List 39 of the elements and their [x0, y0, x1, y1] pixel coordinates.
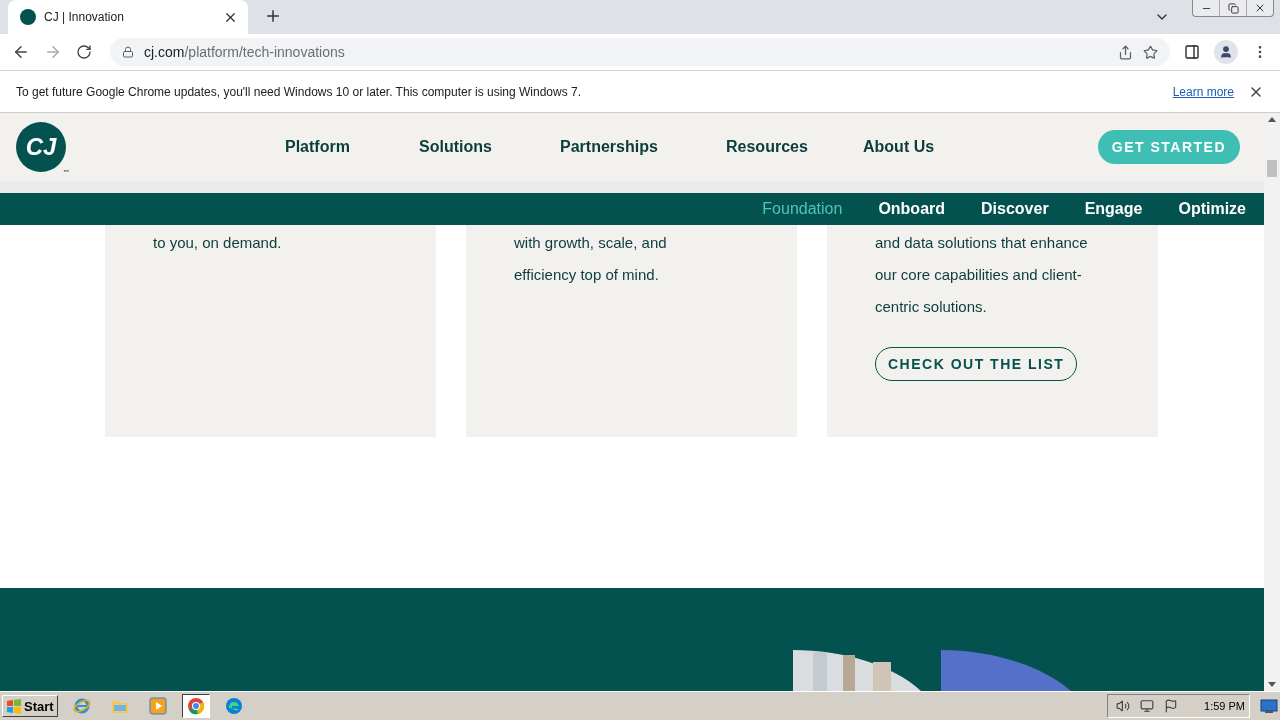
bookmark-star-icon[interactable]	[1143, 44, 1158, 60]
new-tab-icon[interactable]	[264, 7, 282, 25]
flag-icon[interactable]	[1164, 699, 1179, 713]
chrome-icon[interactable]	[186, 697, 205, 715]
windows-logo-icon	[6, 698, 22, 714]
share-icon[interactable]	[1118, 44, 1133, 60]
reload-icon[interactable]	[76, 44, 92, 60]
card-text: with growth, scale, and efficiency top of mind.	[514, 233, 667, 285]
learn-more-link[interactable]: Learn more	[1172, 84, 1234, 99]
side-panel-icon[interactable]	[1184, 44, 1200, 60]
profile-icon[interactable]	[1214, 40, 1238, 64]
volume-icon[interactable]	[1116, 699, 1131, 713]
card-text: to you, on demand.	[153, 233, 282, 253]
nav-link[interactable]: About Us	[863, 138, 975, 156]
start-button[interactable]: Start	[2, 695, 58, 717]
browser-tab[interactable]: CJ | Innovation	[8, 0, 248, 34]
media-player-icon[interactable]	[148, 697, 167, 715]
sub-nav-link[interactable]: Foundation	[762, 200, 843, 218]
edge-icon[interactable]	[224, 697, 243, 715]
show-desktop-icon[interactable]	[1260, 698, 1278, 714]
sub-nav-link[interactable]: Onboard	[878, 200, 946, 218]
tab-title: CJ | Innovation	[44, 10, 125, 24]
sub-nav-link[interactable]: Discover	[981, 200, 1049, 218]
nav-link[interactable]: Resources	[726, 138, 863, 156]
scrollbar[interactable]	[1264, 113, 1280, 691]
clock: 1:59 PM	[1204, 700, 1245, 712]
back-icon[interactable]	[12, 43, 30, 61]
update-message: To get future Google Chrome updates, you'll need Windows 10 or later. This computer is using Windows 7.	[16, 84, 583, 99]
sub-nav-link[interactable]: Optimize	[1178, 200, 1246, 218]
sub-nav-link[interactable]: Engage	[1084, 200, 1143, 218]
address-bar[interactable]: cj.com/platform/tech-innovations	[110, 38, 1170, 66]
nav-link[interactable]: Platform	[285, 138, 419, 156]
url-text: cj.com/platform/tech-innovations	[144, 44, 346, 60]
nav-link[interactable]: Partnerships	[560, 138, 726, 156]
site-favicon-icon	[20, 9, 36, 25]
card-text: and data solutions that enhance our core capabilities and client- centric solutions.	[875, 233, 1088, 317]
network-icon[interactable]	[1140, 699, 1155, 713]
nav-link[interactable]: Solutions	[419, 138, 560, 156]
lock-icon	[122, 46, 134, 58]
